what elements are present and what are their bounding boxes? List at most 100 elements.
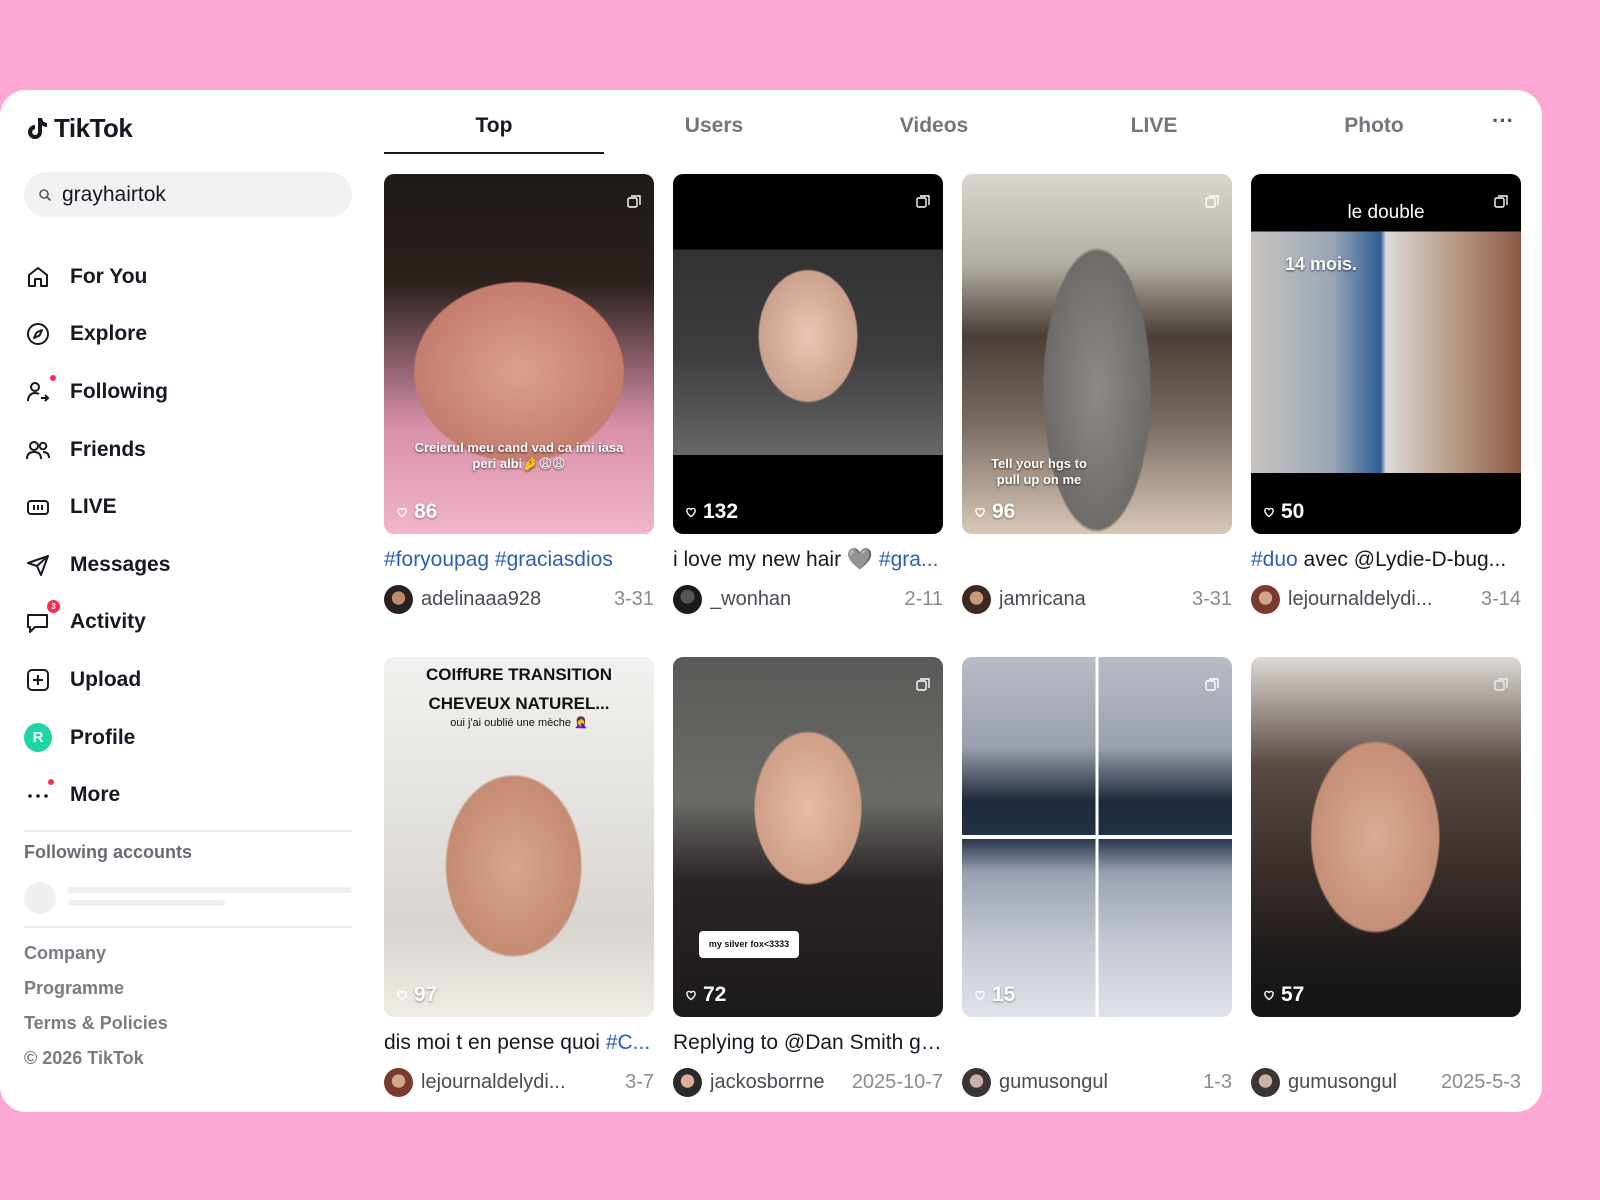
- post-date: 1-3: [1203, 1070, 1232, 1093]
- nav-label-friends: Friends: [70, 437, 146, 461]
- author-avatar[interactable]: [962, 1067, 991, 1097]
- like-count-value: 97: [414, 983, 438, 1006]
- multi-video-icon: [627, 195, 641, 208]
- heart-icon: [975, 507, 985, 518]
- search-box[interactable]: [24, 172, 352, 217]
- video-caption[interactable]: #foryoupag #graciasdios: [384, 548, 654, 574]
- tabs-more-button[interactable]: ···: [1492, 108, 1514, 134]
- multi-video-icon: [1494, 195, 1508, 208]
- nav-item-upload[interactable]: Upload: [24, 651, 354, 709]
- author-name[interactable]: lejournaldelydi...: [1288, 588, 1433, 611]
- heart-icon: [1264, 507, 1274, 518]
- caption-text: Replying to @Dan Smith gr...: [673, 1031, 943, 1054]
- tab-users[interactable]: Users: [604, 90, 824, 154]
- profile-avatar-letter: R: [24, 723, 52, 753]
- post-date: 3-14: [1480, 587, 1521, 610]
- author-name[interactable]: jamricana: [999, 588, 1086, 611]
- author-name[interactable]: _wonhan: [710, 588, 791, 611]
- video-thumbnail[interactable]: COIffURE TRANSITION CHEVEUX NATUREL... o…: [384, 657, 654, 1017]
- sidebar: TikTok For You Explore: [0, 90, 360, 1112]
- video-meta: _wonhan 2-11: [673, 584, 943, 614]
- caption-text: dis moi t en pense quoi: [384, 1031, 606, 1054]
- tab-top[interactable]: Top: [384, 90, 604, 154]
- author-name[interactable]: adelinaaa928: [421, 588, 541, 611]
- caption-hashtags[interactable]: #C...: [606, 1031, 650, 1054]
- tiktok-note-icon: [28, 118, 47, 139]
- video-caption[interactable]: dis moi t en pense quoi #C...: [384, 1031, 654, 1057]
- multi-video-icon: [1205, 195, 1219, 208]
- nav-item-following[interactable]: Following: [24, 363, 354, 421]
- nav-item-more[interactable]: More: [24, 766, 354, 824]
- nav-item-for-you[interactable]: For You: [24, 248, 354, 306]
- author-name[interactable]: gumusongul: [999, 1071, 1108, 1094]
- heart-icon: [686, 990, 696, 1001]
- reply-sticker: my silver fox<3333: [699, 931, 799, 958]
- search-input[interactable]: [62, 182, 332, 207]
- heart-icon: [397, 507, 407, 518]
- author-name[interactable]: gumusongul: [1288, 1071, 1397, 1094]
- copyright: © 2026 TikTok: [24, 1048, 144, 1068]
- video-overlay-subtitle: 14 mois.: [1284, 254, 1358, 274]
- video-meta: lejournaldelydi... 3-14: [1251, 584, 1521, 614]
- video-thumbnail[interactable]: Tell your hgs to pull up on me 96: [962, 174, 1232, 534]
- caption-hashtags[interactable]: #gra...: [879, 548, 939, 571]
- author-avatar[interactable]: [384, 1067, 413, 1097]
- tiktok-logo[interactable]: TikTok: [26, 112, 133, 144]
- video-thumbnail[interactable]: my silver fox<3333 72: [673, 657, 943, 1017]
- author-avatar[interactable]: [962, 584, 991, 614]
- author-avatar[interactable]: [1251, 1067, 1280, 1097]
- footer-link-company[interactable]: Company: [24, 936, 168, 971]
- caption-text: avec @Lydie-D-bug...: [1297, 548, 1507, 571]
- author-name[interactable]: lejournaldelydi...: [421, 1071, 566, 1094]
- video-caption[interactable]: [962, 548, 1232, 574]
- video-caption[interactable]: [962, 1031, 1232, 1057]
- video-thumbnail[interactable]: 132: [673, 174, 943, 534]
- placeholder-line: [67, 900, 225, 906]
- author-avatar[interactable]: [673, 584, 702, 614]
- nav-label-more: More: [70, 783, 121, 807]
- video-caption[interactable]: Replying to @Dan Smith gr...: [673, 1031, 943, 1057]
- video-meta: gumusongul 1-3: [962, 1067, 1232, 1097]
- like-count-value: 132: [703, 500, 739, 523]
- video-thumbnail[interactable]: Creierul meu cand vad ca imi iasa peri a…: [384, 174, 654, 534]
- author-avatar[interactable]: [673, 1067, 702, 1097]
- footer-links: Company Programme Terms & Policies © 202…: [24, 936, 168, 1076]
- nav-item-friends[interactable]: Friends: [24, 421, 354, 479]
- author-avatar[interactable]: [1251, 584, 1280, 614]
- tab-live[interactable]: LIVE: [1044, 90, 1264, 154]
- video-overlay-title: le double: [1347, 202, 1425, 223]
- video-thumbnail[interactable]: 15: [962, 657, 1232, 1017]
- post-date: 3-31: [613, 587, 654, 610]
- video-caption[interactable]: [1251, 1031, 1521, 1057]
- nav-item-live[interactable]: LIVE: [24, 478, 354, 536]
- like-count-value: 72: [703, 983, 727, 1006]
- video-caption[interactable]: #duo avec @Lydie-D-bug...: [1251, 548, 1521, 574]
- video-card: COIffURE TRANSITION CHEVEUX NATUREL... o…: [384, 657, 654, 1097]
- sidebar-divider: [24, 830, 352, 832]
- nav-item-activity[interactable]: 3 Activity: [24, 594, 354, 652]
- caption-hashtags[interactable]: #foryoupag #graciasdios: [384, 548, 613, 571]
- nav-item-profile[interactable]: R Profile: [24, 709, 354, 767]
- video-thumbnail[interactable]: le double 14 mois. 50: [1251, 174, 1521, 534]
- like-count: 50: [1263, 500, 1304, 524]
- like-count: 96: [974, 500, 1015, 524]
- like-count-value: 15: [992, 983, 1016, 1006]
- caption-hashtags[interactable]: #duo: [1251, 548, 1298, 571]
- nav-item-messages[interactable]: Messages: [24, 536, 354, 594]
- tab-videos[interactable]: Videos: [824, 90, 1044, 154]
- send-icon: [24, 551, 52, 579]
- sidebar-divider: [24, 926, 352, 928]
- like-count: 15: [974, 983, 1015, 1007]
- footer-link-terms[interactable]: Terms & Policies: [24, 1006, 168, 1041]
- video-thumbnail[interactable]: 57: [1251, 657, 1521, 1017]
- post-date: 2025-5-3: [1440, 1070, 1521, 1093]
- notification-dot: [48, 779, 54, 786]
- tab-photo[interactable]: Photo: [1264, 90, 1484, 154]
- author-name[interactable]: jackosborrne: [710, 1071, 825, 1094]
- nav-item-explore[interactable]: Explore: [24, 306, 354, 364]
- nav-label-activity: Activity: [70, 610, 146, 634]
- author-avatar[interactable]: [384, 584, 413, 614]
- video-caption[interactable]: i love my new hair 🩶 #gra...: [673, 548, 943, 574]
- footer-link-programme[interactable]: Programme: [24, 971, 168, 1006]
- heart-icon: [686, 507, 696, 518]
